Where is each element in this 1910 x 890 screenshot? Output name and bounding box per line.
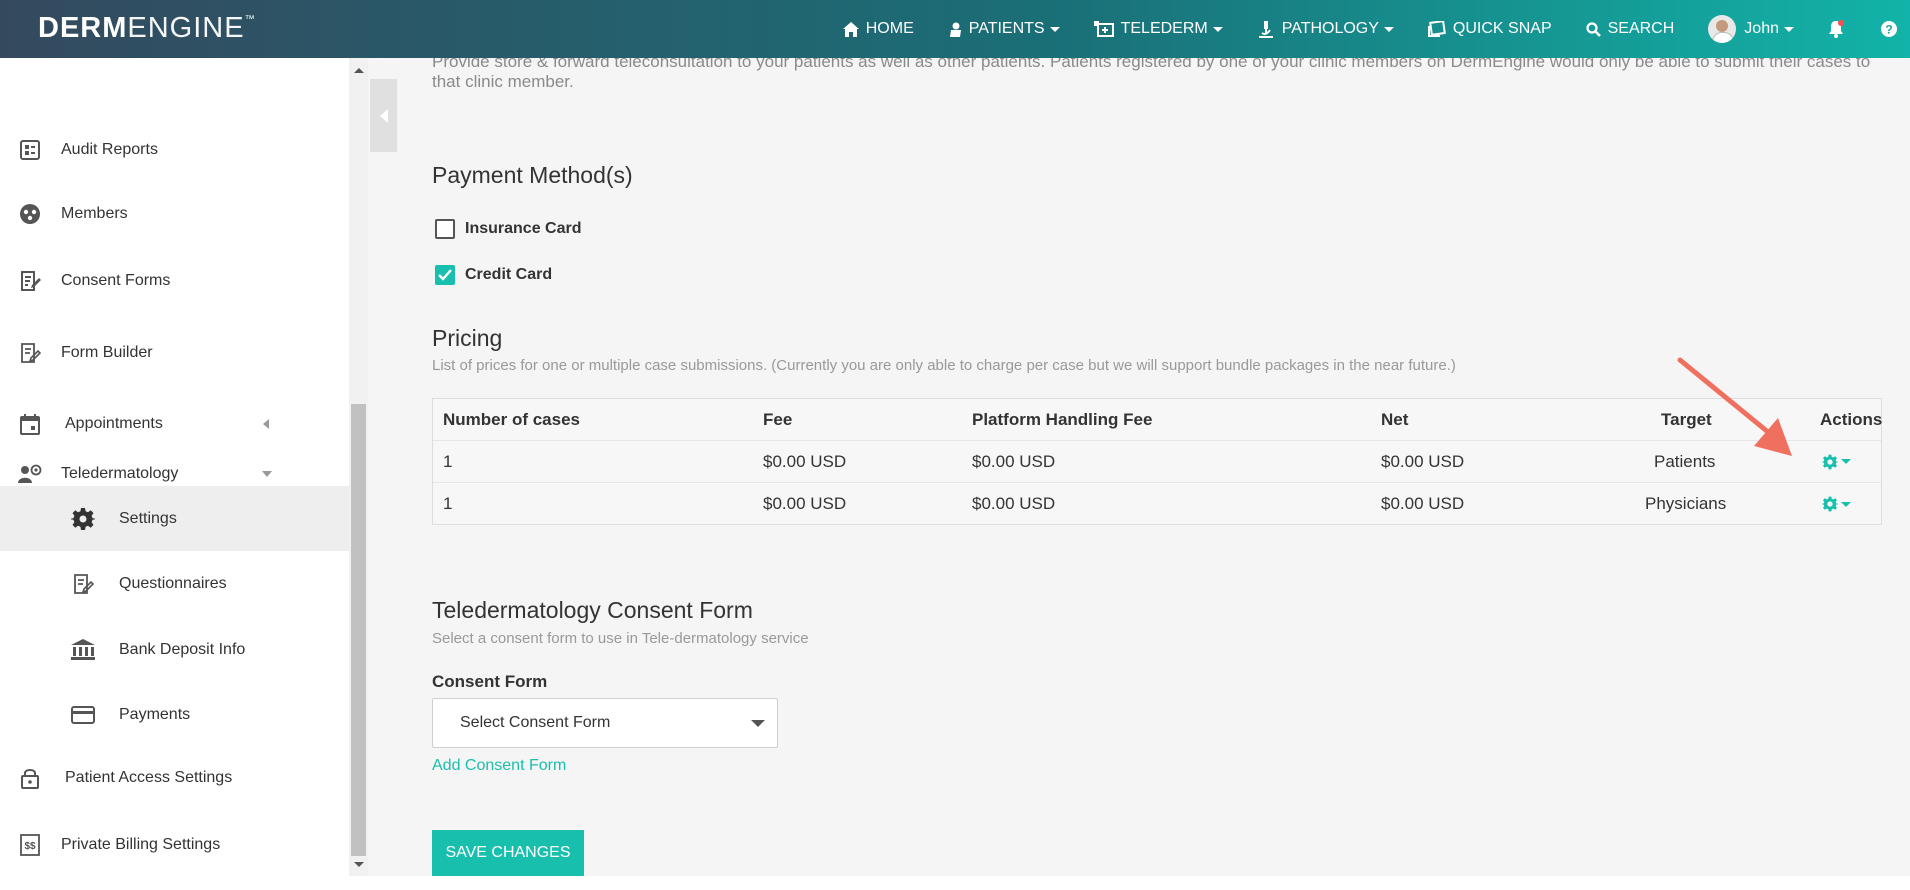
telederm-icon [1093,21,1114,37]
credit-card-checkbox[interactable] [435,265,455,285]
nav-pathology[interactable]: PATHOLOGY [1257,20,1394,38]
consent-form-select[interactable]: Select Consent Form [432,698,778,748]
members-icon [18,202,42,226]
table-row: 1 $0.00 USD $0.00 USD $0.00 USD Patients [433,441,1881,483]
nav-search[interactable]: SEARCH [1586,20,1674,38]
credit-card-checkbox-row[interactable]: Credit Card [435,265,552,285]
sidebar-scrollbar[interactable] [349,58,368,876]
insurance-card-checkbox-row[interactable]: Insurance Card [435,219,581,239]
chevron-down-icon [1841,501,1851,507]
credit-card-icon [71,703,95,727]
chevron-down-icon [1383,26,1394,32]
payment-methods-title: Payment Method(s) [432,162,633,188]
gear-icon [1822,496,1838,512]
table-row: 1 $0.00 USD $0.00 USD $0.00 USD Physicia… [433,483,1881,525]
lock-icon [18,766,42,790]
teledermatology-icon [18,462,42,486]
nav-patients[interactable]: PATIENTS [948,20,1060,38]
consent-forms-icon [18,269,42,293]
sidebar-item-form-builder[interactable]: Form Builder [0,331,349,375]
svg-text:$$: $$ [24,841,36,852]
row-actions-button[interactable] [1822,454,1851,470]
home-icon [842,21,859,37]
dermengine-logo[interactable]: DERMENGINE™ [38,12,256,45]
consent-form-label: Consent Form [432,672,548,691]
sidebar-item-questionnaires[interactable]: Questionnaires [0,562,349,606]
pricing-table: Number of cases Fee Platform Handling Fe… [432,398,1882,525]
consent-form-title: Teledermatology Consent Form [432,597,753,623]
save-changes-button[interactable]: SAVE CHANGES [432,830,584,876]
sidebar-item-payments[interactable]: Payments [0,693,349,737]
row-actions-button[interactable] [1822,496,1851,512]
microscope-icon [1258,21,1273,38]
bank-icon [71,638,95,662]
chevron-down-icon [751,720,765,727]
add-consent-form-link[interactable]: Add Consent Form [432,757,566,775]
main-nav: HOME PATIENTS TELEDERM PATHOLOGY QUICK S… [842,0,1910,58]
table-header: Number of cases Fee Platform Handling Fe… [433,399,1882,441]
chevron-down-icon [1049,26,1060,32]
sidebar-item-bank-deposit-info[interactable]: Bank Deposit Info [0,628,349,672]
nav-notifications[interactable] [1828,20,1851,38]
audit-reports-icon [18,138,42,162]
pricing-description: List of prices for one or multiple case … [432,357,1456,374]
sidebar-collapse-button[interactable] [370,79,397,152]
nav-home[interactable]: HOME [842,20,914,38]
sidebar-item-audit-reports[interactable]: Audit Reports [0,128,349,172]
chevron-left-icon [379,108,388,123]
sidebar-item-private-billing-settings[interactable]: $$ Private Billing Settings [0,823,349,867]
checkmark-icon [438,269,452,281]
gear-icon [1822,454,1838,469]
form-builder-icon [18,341,42,365]
top-navbar: DERMENGINE™ HOME PATIENTS TELEDERM PATHO… [0,0,1910,58]
sidebar-item-patient-access-settings[interactable]: Patient Access Settings [0,756,349,800]
consent-form-description: Select a consent form to use in Tele-der… [432,630,809,647]
scroll-thumb[interactable] [351,404,366,856]
sidebar-item-members[interactable]: Members [0,192,349,236]
sidebar-item-consent-forms[interactable]: Consent Forms [0,259,349,303]
chevron-down-icon [262,471,272,477]
scroll-down-arrow[interactable] [354,862,364,867]
nav-quick-snap[interactable]: QUICK SNAP [1427,20,1552,38]
chevron-down-icon [1841,459,1851,464]
search-icon [1586,21,1601,37]
scroll-up-arrow[interactable] [354,68,364,73]
chevron-down-icon [1212,26,1223,32]
chevron-down-icon [1784,26,1794,32]
quick-snap-icon [1427,21,1446,37]
chevron-left-icon [263,419,269,429]
help-icon: ? [1881,21,1897,37]
questionnaires-icon [71,572,95,596]
main-content: Provide store & forward teleconsultation… [400,52,1910,876]
sidebar-item-settings[interactable]: Settings [0,486,349,551]
patients-icon [949,22,961,37]
sidebar: Audit Reports Members Consent Forms Form… [0,58,349,876]
avatar [1708,15,1737,43]
pricing-title: Pricing [432,325,503,351]
calendar-icon [18,412,42,436]
nav-user-menu[interactable]: John [1708,15,1794,43]
nav-telederm[interactable]: TELEDERM [1093,20,1223,38]
insurance-card-checkbox[interactable] [435,219,455,239]
billing-icon: $$ [18,833,42,857]
nav-help[interactable]: ? [1881,21,1904,37]
svg-text:?: ? [1885,23,1892,37]
gear-icon [71,507,95,531]
bell-icon [1829,20,1844,38]
service-description: Provide store & forward teleconsultation… [432,52,1871,91]
sidebar-item-appointments[interactable]: Appointments [0,402,349,446]
bottom-strip [0,876,1910,890]
